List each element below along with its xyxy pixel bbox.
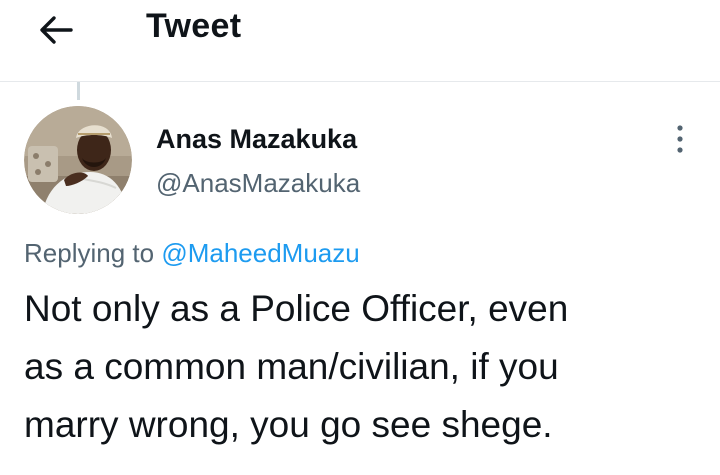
more-vertical-icon	[677, 125, 683, 153]
arrow-left-icon	[40, 16, 73, 44]
tweet-text-line: as a common man/civilian, if you	[24, 346, 559, 387]
back-button[interactable]	[34, 10, 78, 50]
page-title: Tweet	[146, 7, 242, 45]
replying-to-line: Replying to @MaheedMuazu	[24, 238, 360, 269]
thread-connector-line	[77, 82, 80, 100]
user-photo-avatar	[24, 106, 132, 214]
avatar[interactable]	[24, 106, 132, 214]
tweet-text: Not only as a Police Officer, even as a …	[24, 280, 704, 454]
tweet-text-line: Not only as a Police Officer, even	[24, 288, 569, 329]
replying-to-label: Replying to	[24, 238, 155, 268]
more-options-button[interactable]	[664, 122, 696, 156]
replying-to-mention-link[interactable]: @MaheedMuazu	[161, 238, 359, 268]
tweet-text-line: marry wrong, you go see shege.	[24, 404, 553, 445]
top-bar: Tweet	[0, 0, 720, 82]
author-handle[interactable]: @AnasMazakuka	[156, 168, 360, 199]
author-display-name[interactable]: Anas Mazakuka	[156, 124, 357, 155]
